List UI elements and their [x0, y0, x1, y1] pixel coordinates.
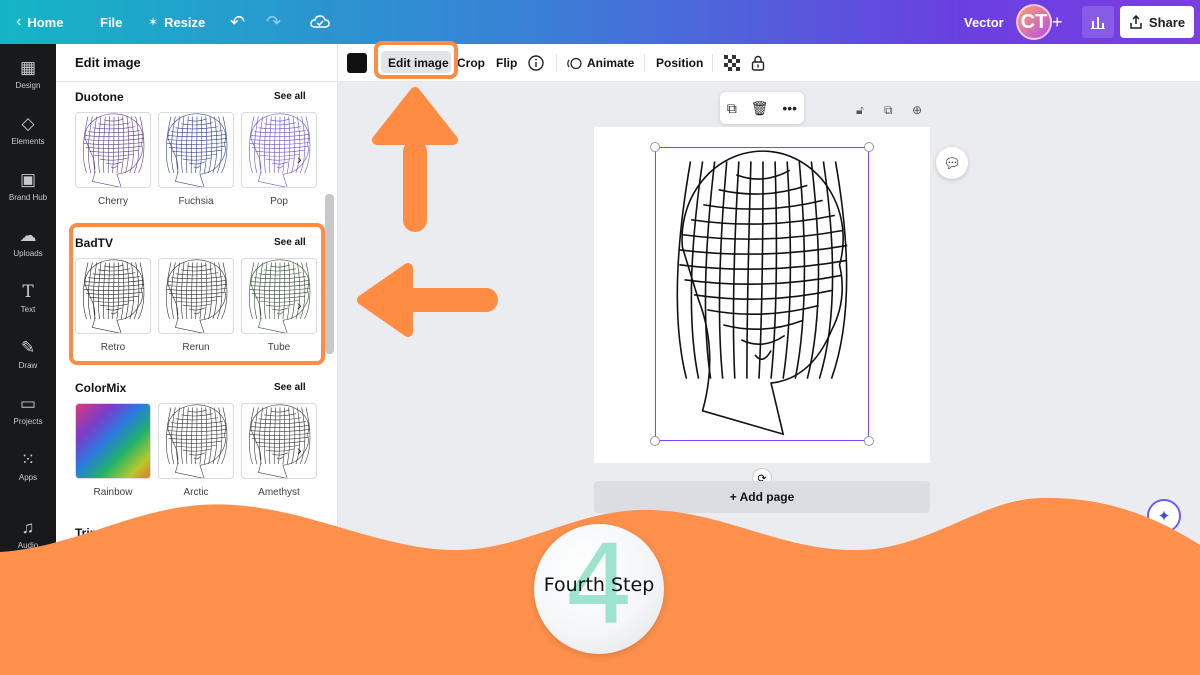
arrow-left-icon [357, 263, 498, 337]
screenshot-stage: ‹ Home File ✶ Resize ↶ ↷ Vector CT + Sha… [0, 0, 1200, 675]
arrow-up-icon [372, 87, 458, 232]
step-text: Fourth Step [543, 574, 655, 596]
